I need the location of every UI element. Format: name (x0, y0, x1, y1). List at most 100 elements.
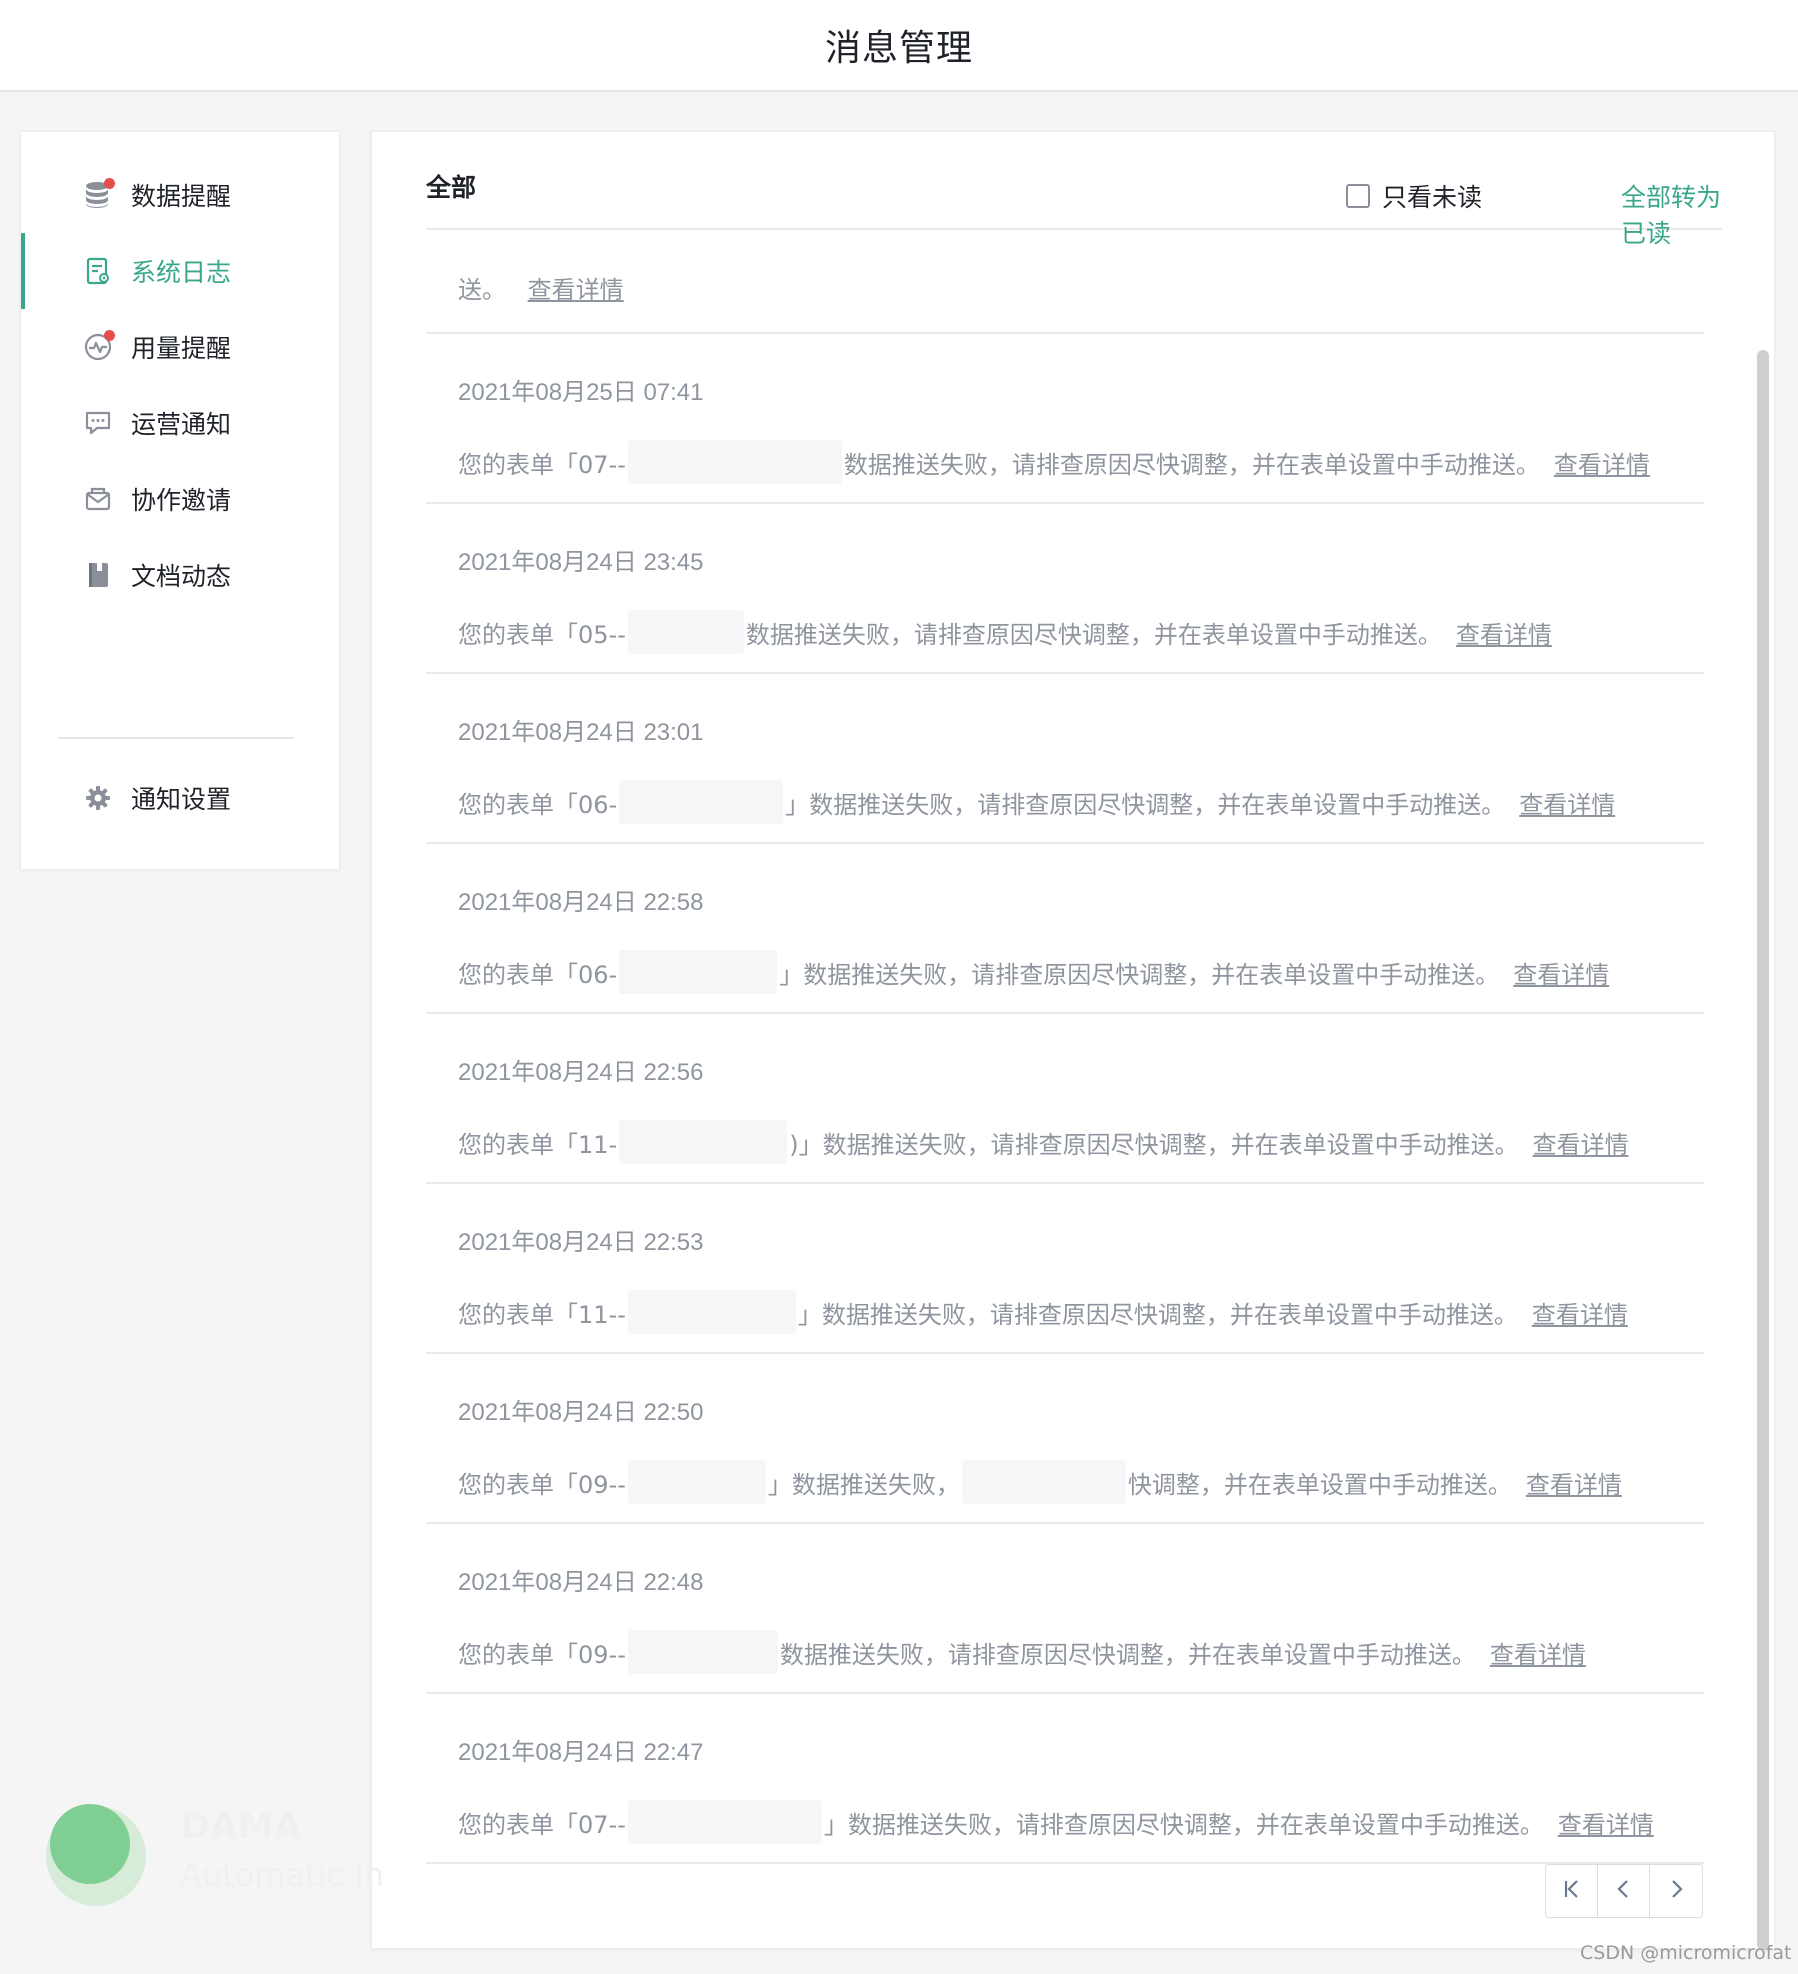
message-time: 2021年08月24日 22:48 (458, 1569, 704, 1596)
sidebar-item-label: 文档动态 (131, 562, 232, 591)
message-prefix: 您的表单「11-- (458, 1300, 626, 1329)
redacted-form-name (619, 1120, 788, 1164)
scrollbar[interactable] (1755, 350, 1771, 1950)
sidebar-item-ops-notice[interactable]: 运营通知 (21, 385, 341, 461)
list-item: 2021年08月24日 22:56 您的表单「11- )」数据推送失败，请排查原… (426, 1014, 1704, 1184)
tab-all[interactable]: 全部 (426, 168, 476, 204)
message-prefix: 您的表单「06- (458, 960, 618, 989)
message-text: 您的表单「07-- 」数据推送失败，请排查原因尽快调整，并在表单设置中手动推送。… (458, 1800, 1654, 1844)
sidebar-item-usage-reminder[interactable]: 用量提醒 (21, 309, 341, 385)
list-item: 2021年08月24日 22:58 您的表单「06- 」数据推送失败，请排查原因… (426, 844, 1704, 1014)
sidebar-item-label: 系统日志 (131, 258, 232, 287)
message-panel: 全部 只看未读 全部转为已读 送。 查看详情 2021年08月25日 07:41… (371, 131, 1775, 1949)
message-prefix: 您的表单「09-- (458, 1470, 626, 1499)
view-details-link[interactable]: 查看详情 (1490, 1635, 1586, 1670)
sidebar-item-doc-updates[interactable]: 文档动态 (21, 537, 341, 613)
mail-invite-icon (81, 482, 115, 516)
message-text: 您的表单「11- )」数据推送失败，请排查原因尽快调整，并在表单设置中手动推送。… (458, 1120, 1629, 1164)
message-text: 您的表单「06- 」数据推送失败，请排查原因尽快调整，并在表单设置中手动推送。 … (458, 950, 1609, 994)
watermark-logo (50, 1804, 130, 1884)
message-suffix: 」数据推送失败，请排查原因尽快调整，并在表单设置中手动推送。 (797, 1300, 1518, 1329)
list-item: 2021年08月24日 23:45 您的表单「05-- 数据推送失败，请排查原因… (426, 504, 1704, 674)
sidebar-item-label: 运营通知 (131, 410, 232, 439)
redacted-form-name (627, 1290, 796, 1334)
first-page-button[interactable] (1546, 1865, 1598, 1917)
top-bar: 消息管理 (0, 0, 1798, 92)
sidebar-divider (58, 737, 294, 739)
message-suffix-2: 快调整，并在表单设置中手动推送。 (1127, 1470, 1512, 1499)
unread-only-checkbox[interactable] (1346, 184, 1370, 208)
chevron-left-icon (1613, 1878, 1635, 1904)
list-item: 2021年08月24日 22:48 您的表单「09-- 数据推送失败，请排查原因… (426, 1524, 1704, 1694)
scrollbar-thumb[interactable] (1757, 350, 1769, 1950)
view-details-link[interactable]: 查看详情 (528, 276, 624, 304)
sidebar-item-system-log[interactable]: 系统日志 (21, 233, 341, 309)
list-item: 2021年08月24日 22:53 您的表单「11-- 」数据推送失败，请排查原… (426, 1184, 1704, 1354)
unread-badge (104, 178, 115, 189)
sidebar-item-notification-settings[interactable]: 通知设置 (21, 760, 341, 836)
view-details-link[interactable]: 查看详情 (1533, 1125, 1629, 1160)
first-page-icon (1561, 1878, 1583, 1904)
pagination (1545, 1864, 1703, 1918)
message-suffix: 数据推送失败，请排查原因尽快调整，并在表单设置中手动推送。 (745, 620, 1442, 649)
view-details-link[interactable]: 查看详情 (1513, 955, 1609, 990)
redacted-form-name (627, 1800, 822, 1844)
view-details-link[interactable]: 查看详情 (1526, 1465, 1622, 1500)
view-details-link[interactable]: 查看详情 (1554, 445, 1650, 480)
previous-page-button[interactable] (1598, 1865, 1650, 1917)
message-prefix: 您的表单「07-- (458, 450, 626, 479)
source-credit: CSDN @micromicrofat (1580, 1942, 1792, 1964)
watermark-logo-shadow (46, 1806, 146, 1906)
unread-only-filter[interactable]: 只看未读 (1346, 178, 1482, 214)
list-item: 2021年08月24日 22:50 您的表单「09-- 」数据推送失败， 快调整… (426, 1354, 1704, 1524)
view-details-link[interactable]: 查看详情 (1519, 785, 1615, 820)
watermark-line-2: Automatic In (180, 1856, 384, 1894)
message-text: 您的表单「09-- 」数据推送失败， 快调整，并在表单设置中手动推送。 查看详情 (458, 1460, 1622, 1504)
system-log-icon (81, 254, 115, 288)
redacted-form-name (627, 1460, 766, 1504)
sidebar-item-data-reminder[interactable]: 数据提醒 (21, 157, 341, 233)
redacted-text (961, 1460, 1126, 1504)
message-suffix: 数据推送失败，请排查原因尽快调整，并在表单设置中手动推送。 (843, 450, 1540, 479)
message-time: 2021年08月25日 07:41 (458, 379, 704, 406)
list-item: 2021年08月25日 07:41 您的表单「07-- 数据推送失败，请排查原因… (426, 334, 1704, 504)
message-suffix: 」数据推送失败，请排查原因尽快调整，并在表单设置中手动推送。 (779, 960, 1500, 989)
message-text: 您的表单「07-- 数据推送失败，请排查原因尽快调整，并在表单设置中手动推送。 … (458, 440, 1650, 484)
redacted-form-name (627, 440, 842, 484)
message-time: 2021年08月24日 22:53 (458, 1229, 704, 1256)
message-time: 2021年08月24日 22:58 (458, 889, 704, 916)
message-text: 送。 查看详情 (458, 270, 624, 305)
message-time: 2021年08月24日 23:45 (458, 549, 704, 576)
unread-only-label: 只看未读 (1382, 183, 1483, 212)
chat-bubble-icon (81, 406, 115, 440)
message-suffix: )」数据推送失败，请排查原因尽快调整，并在表单设置中手动推送。 (789, 1130, 1519, 1159)
message-suffix: 」数据推送失败，请排查原因尽快调整，并在表单设置中手动推送。 (823, 1810, 1544, 1839)
message-prefix: 您的表单「11- (458, 1130, 618, 1159)
message-prefix: 您的表单「05-- (458, 620, 626, 649)
redacted-form-name (619, 950, 778, 994)
sidebar-item-label: 数据提醒 (131, 182, 232, 211)
message-panel-header: 全部 只看未读 全部转为已读 (426, 132, 1722, 248)
message-time: 2021年08月24日 22:50 (458, 1399, 704, 1426)
message-prefix: 您的表单「06- (458, 790, 618, 819)
page-title: 消息管理 (824, 28, 973, 69)
next-page-button[interactable] (1650, 1865, 1702, 1917)
message-suffix: 数据推送失败，请排查原因尽快调整，并在表单设置中手动推送。 (779, 1640, 1476, 1669)
message-text-tail: 送。 (458, 276, 506, 304)
message-text: 您的表单「11-- 」数据推送失败，请排查原因尽快调整，并在表单设置中手动推送。… (458, 1290, 1628, 1334)
message-prefix: 您的表单「09-- (458, 1640, 626, 1669)
redacted-form-name (627, 610, 744, 654)
view-details-link[interactable]: 查看详情 (1456, 615, 1552, 650)
message-suffix: 」数据推送失败，请排查原因尽快调整，并在表单设置中手动推送。 (785, 790, 1506, 819)
sidebar-item-label: 用量提醒 (131, 334, 232, 363)
list-item: 2021年08月24日 23:01 您的表单「06- 」数据推送失败，请排查原因… (426, 674, 1704, 844)
sidebar-item-collab-invite[interactable]: 协作邀请 (21, 461, 341, 537)
redacted-form-name (619, 780, 784, 824)
usage-pulse-icon (81, 330, 115, 364)
message-suffix: 」数据推送失败， (767, 1470, 960, 1499)
active-indicator (21, 233, 25, 309)
book-icon (81, 558, 115, 592)
view-details-link[interactable]: 查看详情 (1558, 1805, 1654, 1840)
mark-all-read-button[interactable]: 全部转为已读 (1621, 178, 1722, 250)
view-details-link[interactable]: 查看详情 (1532, 1295, 1628, 1330)
